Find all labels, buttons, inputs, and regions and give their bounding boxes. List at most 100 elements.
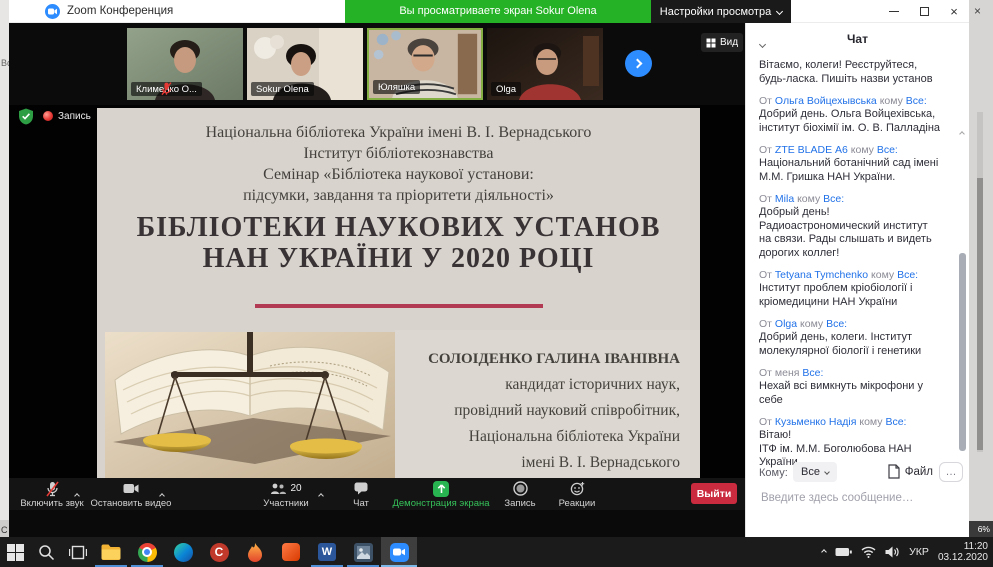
background-left-bottom: С <box>0 520 9 537</box>
maximize-button[interactable] <box>909 0 939 23</box>
view-settings-button[interactable]: Настройки просмотра <box>651 0 791 23</box>
recording-badge: Запись <box>43 111 91 122</box>
system-tray: УКР 11:20 03.12.2020 <box>822 537 993 567</box>
chat-message: От Ольга Войцехывська кому Все: Добрий д… <box>759 95 942 135</box>
next-videos-button[interactable] <box>625 50 652 77</box>
language-indicator[interactable]: УКР <box>909 546 929 558</box>
participant-nametag: Клименко О... <box>131 82 202 96</box>
video-tile[interactable]: Клименко О... <box>127 28 243 100</box>
participant-nametag: Юляшка <box>373 80 420 94</box>
video-tile-active-speaker[interactable]: Юляшка <box>367 28 483 100</box>
windows-logo-icon <box>7 544 24 561</box>
maximize-icon <box>920 7 929 16</box>
hidden-icons-chevron[interactable] <box>821 549 827 555</box>
chat-message-input[interactable] <box>759 491 949 505</box>
send-to-dropdown[interactable]: Все <box>793 462 837 482</box>
file-icon <box>888 464 900 479</box>
search-icon <box>38 544 55 561</box>
chevron-down-icon <box>776 8 783 15</box>
taskbar-search-button[interactable] <box>31 537 62 567</box>
slide-org-lines: Національна бібліотека України імені В. … <box>97 122 700 206</box>
view-button[interactable]: Вид <box>701 33 743 52</box>
chat-title: Чат <box>746 32 969 46</box>
window-title: Zoom Конференция <box>67 5 173 17</box>
windows-taskbar: C W <box>0 537 993 567</box>
shared-screen-area: Запись Національна бібліотека України ім… <box>9 105 745 478</box>
speaker-info-panel: СОЛОІДЕНКО ГАЛИНА ІВАНІВНА кандидат істо… <box>395 330 700 478</box>
close-button[interactable]: × <box>939 0 969 23</box>
task-view-button[interactable] <box>62 537 93 567</box>
stop-video-button[interactable]: Остановить видео <box>76 481 186 509</box>
send-to-label: Кому: <box>759 467 788 479</box>
mic-off-icon <box>131 82 202 96</box>
camera-icon <box>123 483 139 494</box>
participants-options-chevron[interactable] <box>319 485 323 503</box>
screen: Во С Zoom Конференция Вы просматриваете … <box>0 0 993 567</box>
background-window-right: × 6% <box>969 0 993 537</box>
meeting-content-area: Клименко О... Sokur Olena <box>9 23 745 537</box>
chat-scroll-up-arrow[interactable] <box>960 123 964 141</box>
photos-icon <box>354 543 373 562</box>
participant-nametag: Olga <box>491 82 521 96</box>
attach-file-button[interactable]: Файл <box>888 464 933 479</box>
taskbar-time: 11:20 <box>938 541 988 553</box>
chat-message: От ZTE BLADE А6 кому Все: Національний б… <box>759 144 942 184</box>
battery-icon[interactable] <box>835 547 852 557</box>
chat-composer: Кому: Все Файл … <box>746 455 969 537</box>
wifi-icon[interactable] <box>861 546 876 558</box>
zoom-app-icon <box>45 4 60 19</box>
office-icon[interactable] <box>273 537 309 567</box>
taskbar-date: 03.12.2020 <box>938 552 988 564</box>
folder-icon <box>101 544 121 560</box>
chat-button[interactable]: Чат <box>336 481 386 509</box>
window-controls: × <box>879 0 969 23</box>
video-options-chevron[interactable] <box>160 485 164 503</box>
speaker-info: СОЛОІДЕНКО ГАЛИНА ІВАНІВНА кандидат істо… <box>405 346 680 476</box>
zoom-meeting-window: Zoom Конференция Вы просматриваете экран… <box>9 0 969 537</box>
edge-icon[interactable] <box>165 537 201 567</box>
taskbar-clock[interactable]: 11:20 03.12.2020 <box>938 541 988 564</box>
slide-title: БІБЛІОТЕКИ НАУКОВИХ УСТАНОВ НАН УКРАЇНИ … <box>97 212 700 274</box>
chat-message-list: Вітаємо, колеги! Реєструйтеся, будь-ласк… <box>759 59 942 479</box>
record-button[interactable]: Запись <box>490 481 550 509</box>
ccleaner-icon[interactable]: C <box>201 537 237 567</box>
speaker-icon[interactable] <box>885 546 900 558</box>
start-button[interactable] <box>0 537 31 567</box>
slide-accent-line <box>255 304 543 308</box>
task-view-icon <box>69 545 87 560</box>
smiley-icon <box>570 481 585 496</box>
flame-app-icon[interactable] <box>237 537 273 567</box>
chevron-down-icon <box>824 469 830 475</box>
chat-panel: Чат Вітаємо, колеги! Реєструйтеся, будь-… <box>745 23 969 537</box>
screen-share-banner: Вы просматриваете экран Sokur Olena <box>345 0 651 23</box>
participants-button[interactable]: 20 Участники <box>251 481 321 509</box>
chat-message: От Olga кому Все: Добрий день, колеги. І… <box>759 318 942 358</box>
video-tile[interactable]: Olga <box>487 28 603 100</box>
titlebar: Zoom Конференция Вы просматриваете экран… <box>9 0 969 23</box>
photos-app-icon[interactable] <box>345 537 381 567</box>
flame-icon <box>247 543 263 562</box>
chat-bubble-icon <box>354 482 368 495</box>
chat-message: От меня Все: Нехай всі вимкнуть мікрофон… <box>759 367 942 407</box>
reactions-button[interactable]: Реакции <box>547 481 607 509</box>
video-tile[interactable]: Sokur Olena <box>247 28 363 100</box>
more-options-button[interactable]: … <box>939 462 963 482</box>
leave-meeting-button[interactable]: Выйти <box>691 483 737 504</box>
participants-count: 20 <box>290 483 301 494</box>
file-explorer-icon[interactable] <box>93 537 129 567</box>
chat-scrollbar[interactable] <box>959 253 966 451</box>
background-close-icon: × <box>974 4 981 18</box>
chevron-right-icon <box>632 59 642 69</box>
share-screen-button[interactable]: Демонстрация экрана <box>381 481 501 509</box>
chrome-icon[interactable] <box>129 537 165 567</box>
presentation-slide: Національна бібліотека України імені В. … <box>97 108 700 478</box>
minimize-button[interactable] <box>879 0 909 23</box>
word-icon[interactable]: W <box>309 537 345 567</box>
meeting-toolbar: Включить звук Остановить видео <box>9 478 745 510</box>
grid-view-icon <box>706 38 716 48</box>
security-shield-icon <box>18 108 34 125</box>
share-screen-icon <box>433 481 449 497</box>
zoom-taskbar-icon[interactable] <box>381 537 417 567</box>
background-scrollbar-thumb[interactable] <box>977 178 983 450</box>
bottom-filler <box>9 510 745 537</box>
